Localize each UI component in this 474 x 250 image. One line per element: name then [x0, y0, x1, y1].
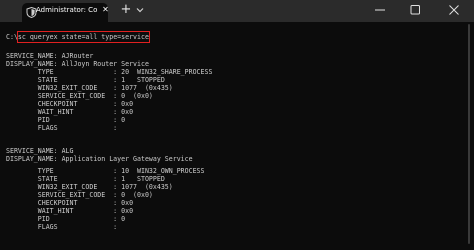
- console-line: WIN32_EXIT_CODE : 1077 (0x435): [6, 84, 173, 92]
- console-line: SERVICE_NAME: AJRouter: [6, 52, 94, 60]
- console-line: PID : 0: [6, 215, 126, 223]
- console-line: SERVICE_EXIT_CODE : 0 (0x0): [6, 92, 153, 100]
- console-line: DISPLAY_NAME: Application Layer Gateway …: [6, 155, 193, 163]
- console-line: TYPE : 10 WIN32_OWN_PROCESS: [6, 167, 205, 175]
- console-line: STATE : 1 STOPPED: [6, 175, 165, 183]
- maximize-icon[interactable]: [408, 4, 422, 16]
- scrollbar[interactable]: [468, 24, 470, 244]
- console-line: CHECKPOINT : 0x0: [6, 199, 134, 207]
- console-line: FLAGS :: [6, 124, 118, 132]
- tab-title: Administrator: Command Prompt: [36, 6, 98, 14]
- console-line: WIN32_EXIT_CODE : 1077 (0x435): [6, 183, 173, 191]
- console-line: WAIT_HINT : 0x0: [6, 207, 134, 215]
- console-line: SERVICE_EXIT_CODE : 0 (0x0): [6, 191, 153, 199]
- console-line: CHECKPOINT : 0x0: [6, 100, 134, 108]
- close-icon[interactable]: [447, 4, 461, 16]
- console-line: FLAGS :: [6, 223, 118, 231]
- console-output[interactable]: C:\sc queryex state=all type=service SER…: [0, 22, 466, 250]
- console-line: DISPLAY_NAME: AllJoyn Router Service: [6, 60, 149, 68]
- console-line: PID : 0: [6, 116, 126, 124]
- title-bar: Administrator: Command Prompt ✕ +: [0, 0, 474, 22]
- console-line: STATE : 1 STOPPED: [6, 76, 165, 84]
- new-tab-button[interactable]: +: [119, 3, 133, 17]
- tab-close-button[interactable]: ✕: [101, 5, 110, 15]
- minimize-icon[interactable]: [373, 4, 387, 16]
- console-line: SERVICE_NAME: ALG: [6, 147, 74, 155]
- chevron-down-icon[interactable]: [135, 5, 145, 15]
- console-line: WAIT_HINT : 0x0: [6, 108, 134, 116]
- command-highlight-box: [17, 31, 150, 43]
- console-line: TYPE : 20 WIN32_SHARE_PROCESS: [6, 68, 213, 76]
